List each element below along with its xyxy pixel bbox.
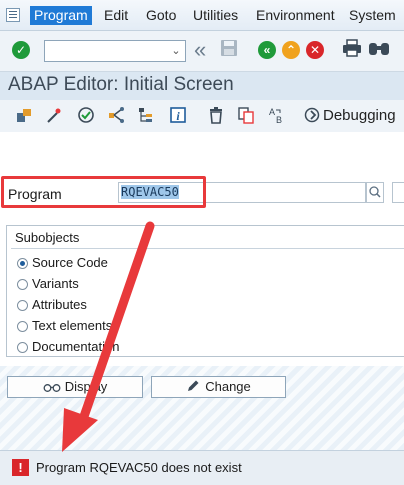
command-input[interactable] <box>47 42 169 62</box>
info-icon[interactable]: i <box>168 106 188 126</box>
cancel-icon[interactable]: ✕ <box>306 41 324 59</box>
value-help-button[interactable] <box>366 182 384 203</box>
back-icon[interactable]: « <box>194 39 206 61</box>
menu-edit[interactable]: Edit <box>100 6 132 25</box>
menu-goto[interactable]: Goto <box>142 6 180 25</box>
system-menu-icon[interactable] <box>6 8 20 22</box>
save-icon[interactable] <box>220 39 238 62</box>
menu-utilities[interactable]: Utilities <box>189 6 242 25</box>
rename-icon[interactable]: AB <box>266 106 286 126</box>
radio-source-code[interactable]: Source Code <box>17 254 108 272</box>
radio-attributes[interactable]: Attributes <box>17 296 87 314</box>
annotation-highlight-box <box>1 176 206 208</box>
subobjects-title: Subobjects <box>15 230 80 245</box>
chevron-down-icon[interactable]: ⌄ <box>170 44 182 58</box>
search-icon <box>369 186 381 198</box>
page-title: ABAP Editor: Initial Screen <box>8 74 234 95</box>
change-button[interactable]: Change <box>151 376 286 398</box>
copy-icon[interactable] <box>236 106 256 126</box>
glasses-icon <box>43 379 61 399</box>
radio-variants[interactable]: Variants <box>17 275 79 293</box>
magic-wand-icon[interactable] <box>44 106 64 126</box>
radio-label: Text elements <box>32 318 113 333</box>
radio-icon[interactable] <box>17 300 28 311</box>
display-label: Display <box>64 379 108 394</box>
enter-icon[interactable]: ✓ <box>12 41 30 59</box>
radio-icon[interactable] <box>17 321 28 332</box>
status-message[interactable]: Program RQEVAC50 does not exist <box>36 459 242 476</box>
exit-icon[interactable]: ⌃ <box>282 41 300 59</box>
radio-label: Variants <box>32 276 79 291</box>
print-icon[interactable] <box>342 39 362 62</box>
secondary-field[interactable] <box>392 182 404 203</box>
menu-system[interactable]: System <box>345 6 400 25</box>
radio-text-elements[interactable]: Text elements <box>17 317 112 335</box>
change-label: Change <box>205 379 251 394</box>
radio-label: Source Code <box>32 255 108 270</box>
hierarchy-icon[interactable] <box>136 106 156 126</box>
svg-text:A: A <box>269 107 275 117</box>
radio-icon[interactable] <box>17 279 28 290</box>
svg-text:B: B <box>276 115 282 124</box>
delete-icon[interactable] <box>206 106 226 126</box>
where-used-icon[interactable] <box>106 106 126 126</box>
radio-label: Documentation <box>32 339 120 354</box>
radio-icon[interactable] <box>17 342 28 353</box>
check-icon[interactable] <box>76 106 96 126</box>
radio-documentation[interactable]: Documentation <box>17 338 119 356</box>
menu-bar: Program Edit Goto Utilities Environment … <box>0 0 404 31</box>
application-toolbar: i AB Debugging <box>0 100 404 132</box>
debugging-button[interactable]: Debugging <box>304 104 396 128</box>
pencil-icon <box>186 379 200 399</box>
command-field[interactable]: ⌄ <box>44 40 186 62</box>
radio-label: Attributes <box>32 297 87 312</box>
group-divider <box>11 248 404 249</box>
standard-toolbar: ✓ ⌄ « « ⌃ ✕ <box>0 31 404 72</box>
subobjects-group: Subobjects Source Code Variants Attribut… <box>6 225 404 357</box>
error-icon: ! <box>12 459 29 476</box>
work-area: Program RQEVAC50 Subobjects Source Code … <box>0 132 404 450</box>
green-back-icon[interactable]: « <box>258 41 276 59</box>
display-button[interactable]: Display <box>7 376 143 398</box>
menu-environment[interactable]: Environment <box>252 6 339 25</box>
radio-selected-icon[interactable] <box>17 258 28 269</box>
debugging-label: Debugging <box>323 107 396 124</box>
status-bar: ! Program RQEVAC50 does not exist <box>0 450 404 485</box>
find-icon[interactable] <box>368 39 390 62</box>
menu-program[interactable]: Program <box>30 6 92 25</box>
debugging-icon <box>304 107 320 131</box>
other-object-icon[interactable] <box>14 106 34 126</box>
